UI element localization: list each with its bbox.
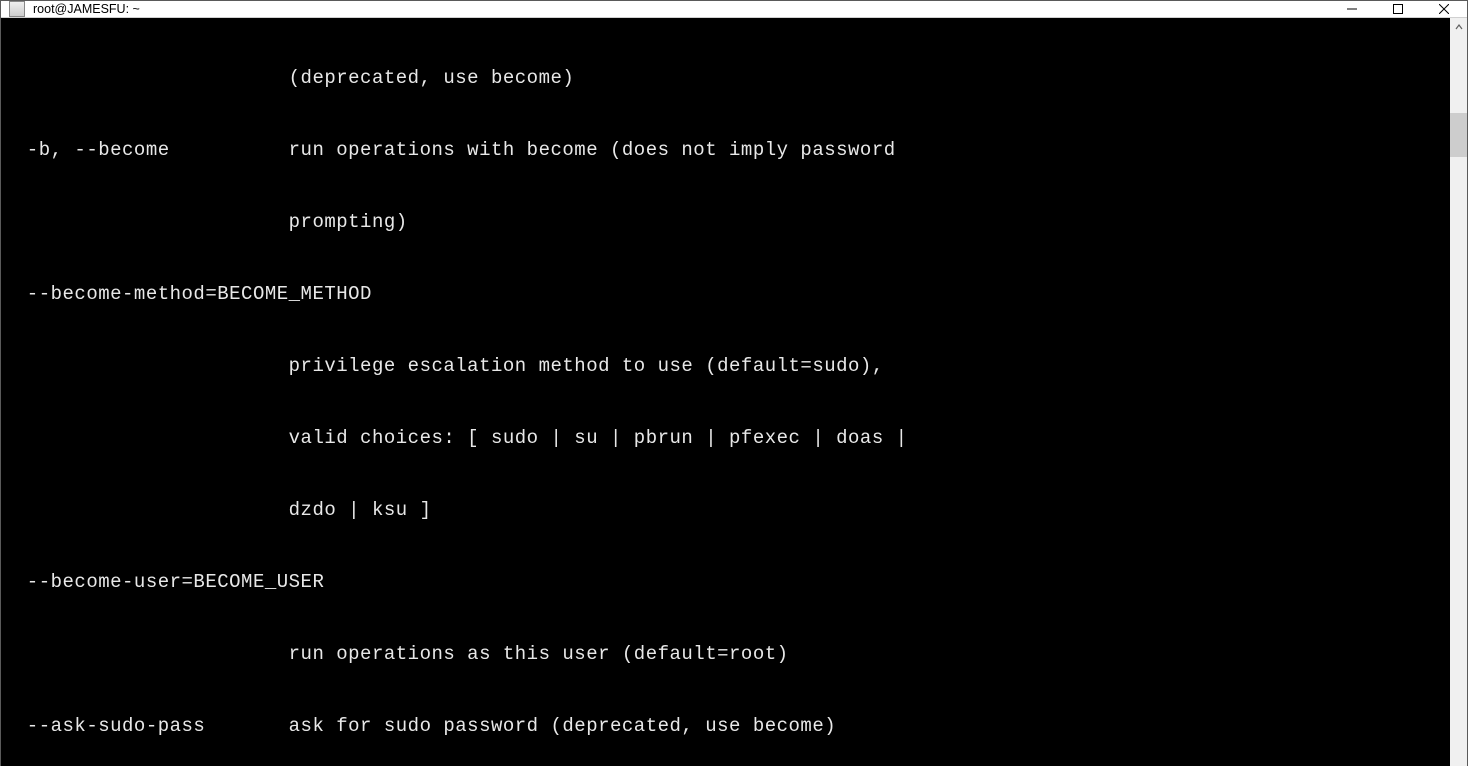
window-controls bbox=[1329, 1, 1467, 17]
terminal-line: dzdo | ksu ] bbox=[3, 498, 1448, 522]
close-icon bbox=[1439, 4, 1449, 14]
scrollbar-thumb[interactable] bbox=[1450, 113, 1467, 157]
close-button[interactable] bbox=[1421, 1, 1467, 17]
terminal-line: --become-user=BECOME_USER bbox=[3, 570, 1448, 594]
chevron-up-icon bbox=[1455, 23, 1463, 31]
window-title: root@JAMESFU: ~ bbox=[33, 2, 1329, 16]
terminal[interactable]: (deprecated, use become) -b, --become ru… bbox=[1, 18, 1450, 766]
scrollbar[interactable] bbox=[1450, 18, 1467, 766]
maximize-button[interactable] bbox=[1375, 1, 1421, 17]
maximize-icon bbox=[1393, 4, 1403, 14]
terminal-window: root@JAMESFU: ~ (deprecated, use become)… bbox=[0, 0, 1468, 766]
terminal-line: (deprecated, use become) bbox=[3, 66, 1448, 90]
minimize-icon bbox=[1347, 4, 1357, 14]
minimize-button[interactable] bbox=[1329, 1, 1375, 17]
terminal-line: prompting) bbox=[3, 210, 1448, 234]
app-icon bbox=[9, 1, 25, 17]
terminal-line: run operations as this user (default=roo… bbox=[3, 642, 1448, 666]
terminal-body: (deprecated, use become) -b, --become ru… bbox=[1, 18, 1467, 766]
terminal-line: --become-method=BECOME_METHOD bbox=[3, 282, 1448, 306]
scrollbar-track[interactable] bbox=[1450, 35, 1467, 766]
terminal-line: --ask-sudo-pass ask for sudo password (d… bbox=[3, 714, 1448, 738]
terminal-line: privilege escalation method to use (defa… bbox=[3, 354, 1448, 378]
titlebar[interactable]: root@JAMESFU: ~ bbox=[1, 1, 1467, 18]
scroll-up-button[interactable] bbox=[1450, 18, 1467, 35]
terminal-line: -b, --become run operations with become … bbox=[3, 138, 1448, 162]
terminal-line: valid choices: [ sudo | su | pbrun | pfe… bbox=[3, 426, 1448, 450]
